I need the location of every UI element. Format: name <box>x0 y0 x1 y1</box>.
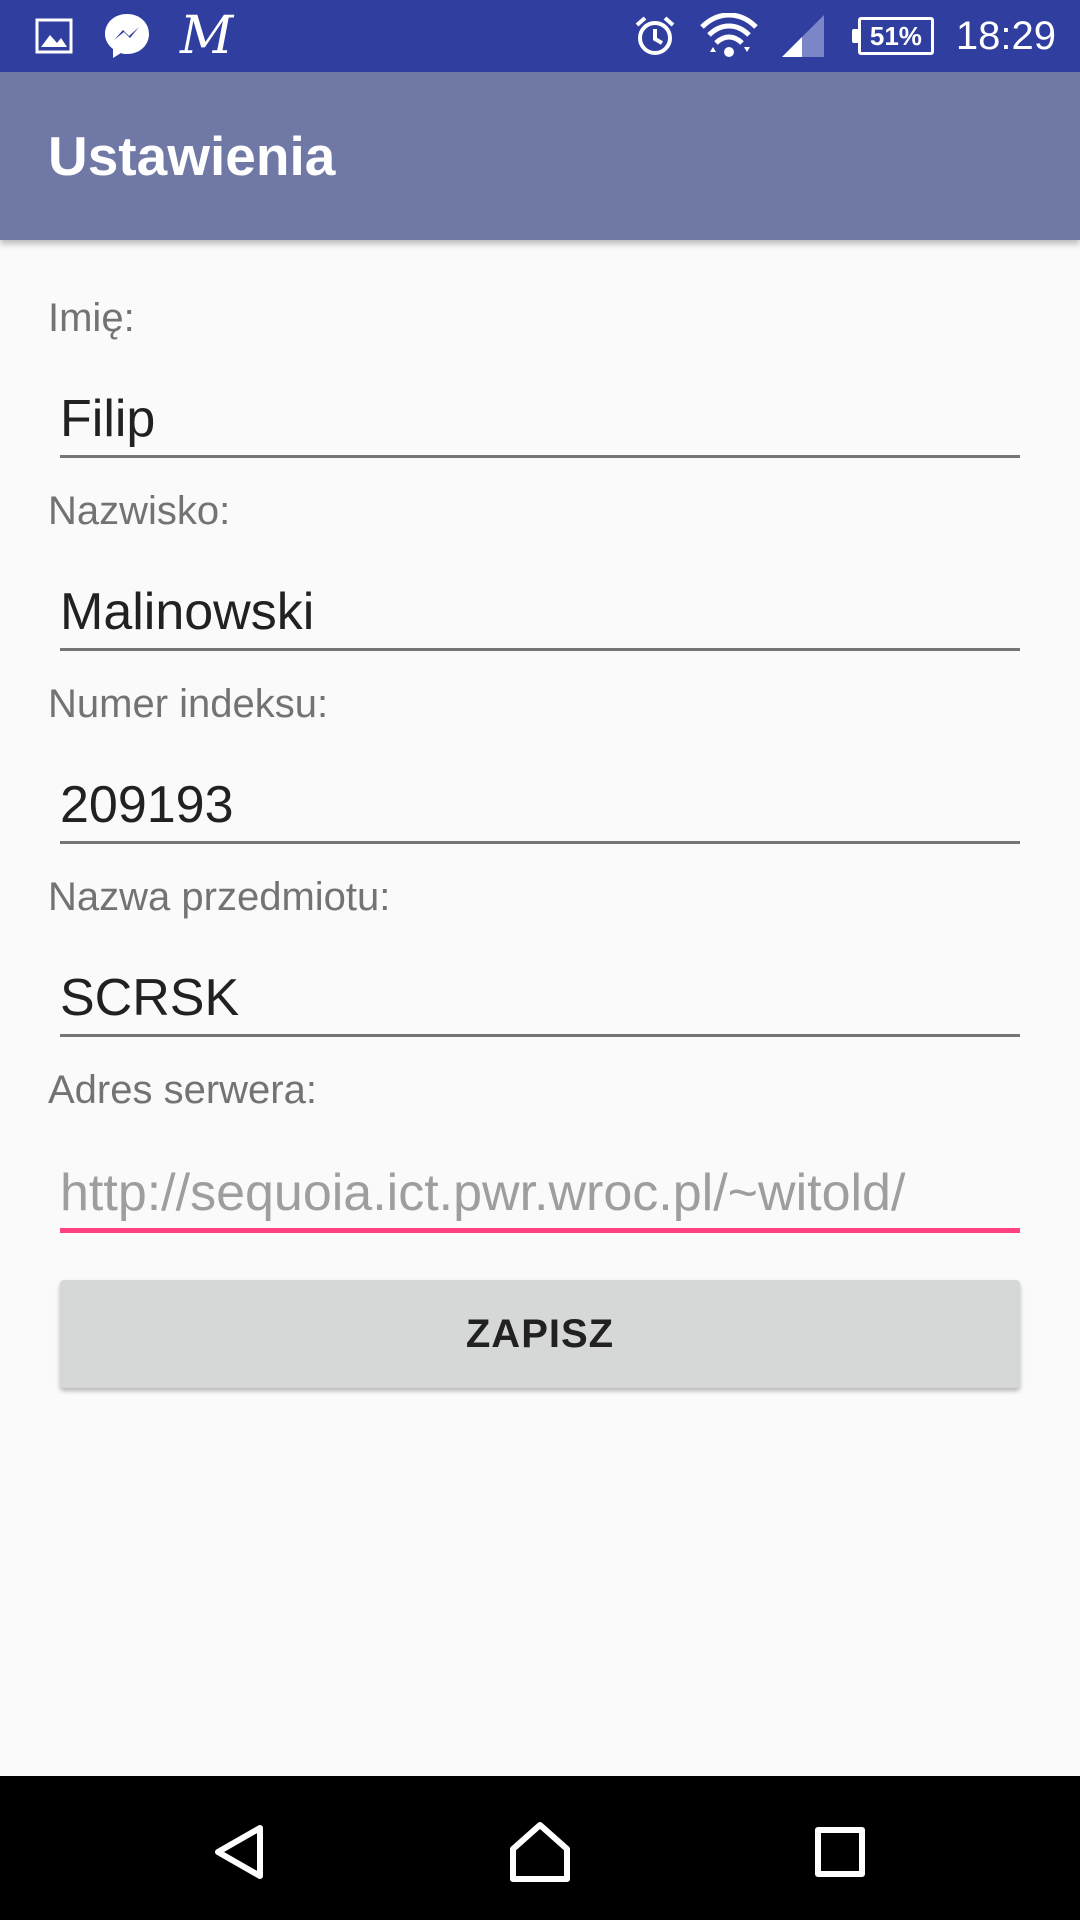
battery-level: 51% <box>869 21 922 51</box>
signal-icon <box>780 13 826 59</box>
save-button[interactable]: ZAPISZ <box>60 1280 1020 1388</box>
recents-icon[interactable] <box>800 1812 880 1892</box>
server-address-label: Adres serwera: <box>48 1068 317 1112</box>
navigation-bar <box>0 1776 1080 1920</box>
first-name-label: Imię: <box>48 296 135 340</box>
server-address-field[interactable] <box>60 1157 1020 1233</box>
wifi-icon <box>700 13 758 59</box>
app-bar: Ustawienia <box>0 72 1080 240</box>
notification-icons: M <box>34 10 233 62</box>
last-name-field[interactable] <box>60 575 1020 651</box>
battery-icon: 51% <box>851 17 934 55</box>
messenger-icon <box>102 11 152 61</box>
back-icon[interactable] <box>200 1812 280 1892</box>
page-title: Ustawienia <box>48 125 336 187</box>
system-status: 51% 18:29 <box>632 6 1056 66</box>
subject-name-label: Nazwa przedmiotu: <box>48 875 391 919</box>
subject-name-field[interactable] <box>60 961 1020 1037</box>
index-number-label: Numer indeksu: <box>48 682 329 726</box>
clock: 18:29 <box>955 13 1056 58</box>
first-name-field[interactable] <box>60 382 1020 458</box>
status-bar: M 51% 18:29 <box>0 0 1080 72</box>
index-number-field[interactable] <box>60 768 1020 844</box>
gallery-icon <box>34 16 74 56</box>
alarm-icon <box>632 13 678 59</box>
home-icon[interactable] <box>500 1812 580 1892</box>
gmail-icon: M <box>180 6 234 66</box>
last-name-label: Nazwisko: <box>48 489 231 533</box>
